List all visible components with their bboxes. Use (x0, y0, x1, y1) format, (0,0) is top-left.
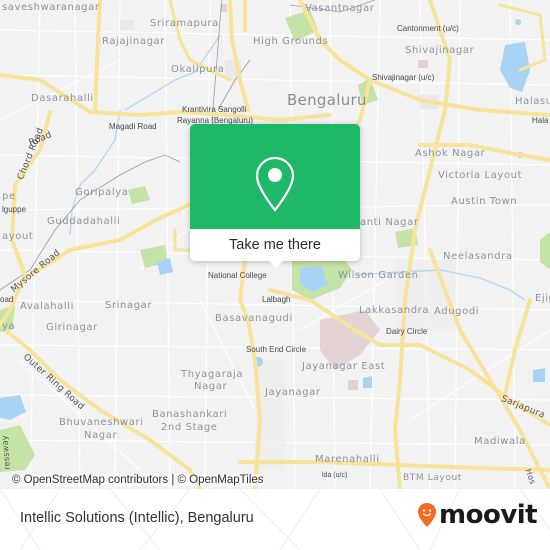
area-label-ejipura: Ejip (535, 293, 550, 304)
poi-label-krantivira-sangolli: Krantivira Sangolli (182, 105, 247, 114)
popup-header[interactable] (190, 124, 360, 229)
area-label-thyagaraja: Thyagaraja (181, 369, 244, 380)
area-label-dasarahalli: Dasarahalli (31, 93, 94, 104)
area-label-vasantnagar: Vasantnagar (305, 3, 375, 14)
area-label-marenahalli: Marenahalli (315, 454, 380, 465)
poi-label-dairy-circle: Dairy Circle (386, 327, 428, 336)
area-label-jayanagar: Jayanagar (265, 387, 321, 398)
poi-label-lda: lda (u/c) (322, 472, 348, 479)
poi-label-road-partial: oad (0, 295, 14, 304)
area-label-partial-pe: pe (2, 191, 16, 202)
area-label-jayanagar-east: Jayanagar East (302, 361, 386, 372)
area-label-sriramapura: Sriramapura (150, 18, 219, 29)
area-label-layout-partial: ayout (2, 231, 34, 242)
area-label-wilson-garden: Wilson Garden (338, 270, 419, 281)
area-label-bhuvaneshwari: Bhuvaneshwari (59, 417, 144, 428)
area-label-partial-ya: ya (2, 321, 16, 332)
area-label-lakkasandra: Lakkasandra (359, 305, 430, 316)
map-pin-icon (255, 156, 295, 212)
area-label-bhuvaneshwari-nagar: Nagar (84, 430, 118, 441)
area-label-ashok-nagar: Ashok Nagar (415, 148, 486, 159)
map-view[interactable]: saveshwaranagar Sriramapura Rajajinagar … (0, 0, 550, 489)
poi-label-south-end-circle: South End Circle (246, 345, 307, 354)
area-label-halasuru: Halasu (515, 96, 550, 107)
poi-label-national-college: National College (208, 271, 267, 280)
area-label-btm-layout: BTM Layout (403, 473, 462, 483)
moovit-logo[interactable]: moovit (417, 500, 538, 530)
area-label-okalipura: Okalipura (171, 64, 225, 75)
poi-label-shivajinagar-station: Shivajinagar (u/c) (372, 73, 435, 82)
area-label-victoria-layout: Victoria Layout (438, 170, 523, 181)
area-label-srinagar: Srinagar (105, 300, 153, 311)
area-label-shanti-nagar: anti Nagar (360, 217, 419, 228)
take-me-there-popup[interactable]: Take me there (190, 124, 360, 268)
poi-label-halasuru-station: Hala (532, 116, 549, 125)
area-label-basavanagudi: Basavanagudi (215, 313, 293, 324)
poi-label-magadi-road-station: Magadi Road (109, 122, 157, 131)
area-label-austin-town: Austin Town (451, 196, 518, 207)
area-label-madiwala: Madiwala (474, 436, 526, 447)
moovit-face-pin-icon (418, 503, 436, 527)
city-label-bengaluru: Bengaluru (287, 91, 367, 109)
area-label-high-grounds: High Grounds (253, 36, 329, 47)
area-label-banashankari-2nd-stage: 2nd Stage (161, 422, 218, 433)
map-attribution[interactable]: © OpenStreetMap contributors | © OpenMap… (12, 474, 264, 486)
area-label-basaveshwaranagar: saveshwaranagar (2, 2, 100, 13)
area-label-adugodi: Adugodi (434, 306, 480, 317)
area-label-shivajinagar: Shivajinagar (405, 45, 475, 56)
moovit-wordmark: moovit (439, 500, 538, 530)
poi-label-cantonment: Cantonment (u/c) (397, 24, 459, 33)
footer-bar: Intellic Solutions (Intellic), Bengaluru… (0, 489, 550, 550)
area-label-goripalya: Goripalya (75, 187, 129, 198)
area-label-rajajinagar: Rajajinagar (102, 36, 165, 47)
poi-label-lalbagh: Lalbagh (262, 295, 291, 304)
place-name: Intellic Solutions (Intellic), Bengaluru (20, 510, 254, 526)
area-label-thyagaraja-nagar: Nagar (194, 381, 228, 392)
area-label-neelasandra: Neelasandra (443, 251, 513, 262)
area-label-girinagar: Girinagar (46, 322, 98, 333)
area-label-guddadahalli: Guddadahalli (47, 216, 121, 227)
take-me-there-button[interactable]: Take me there (190, 229, 360, 261)
area-label-banashankari: Banashankari (152, 409, 228, 420)
poi-label-nayandahalli: lguppe (2, 205, 27, 214)
area-label-avalahalli: Avalahalli (20, 301, 75, 312)
popup-pointer (269, 261, 283, 268)
